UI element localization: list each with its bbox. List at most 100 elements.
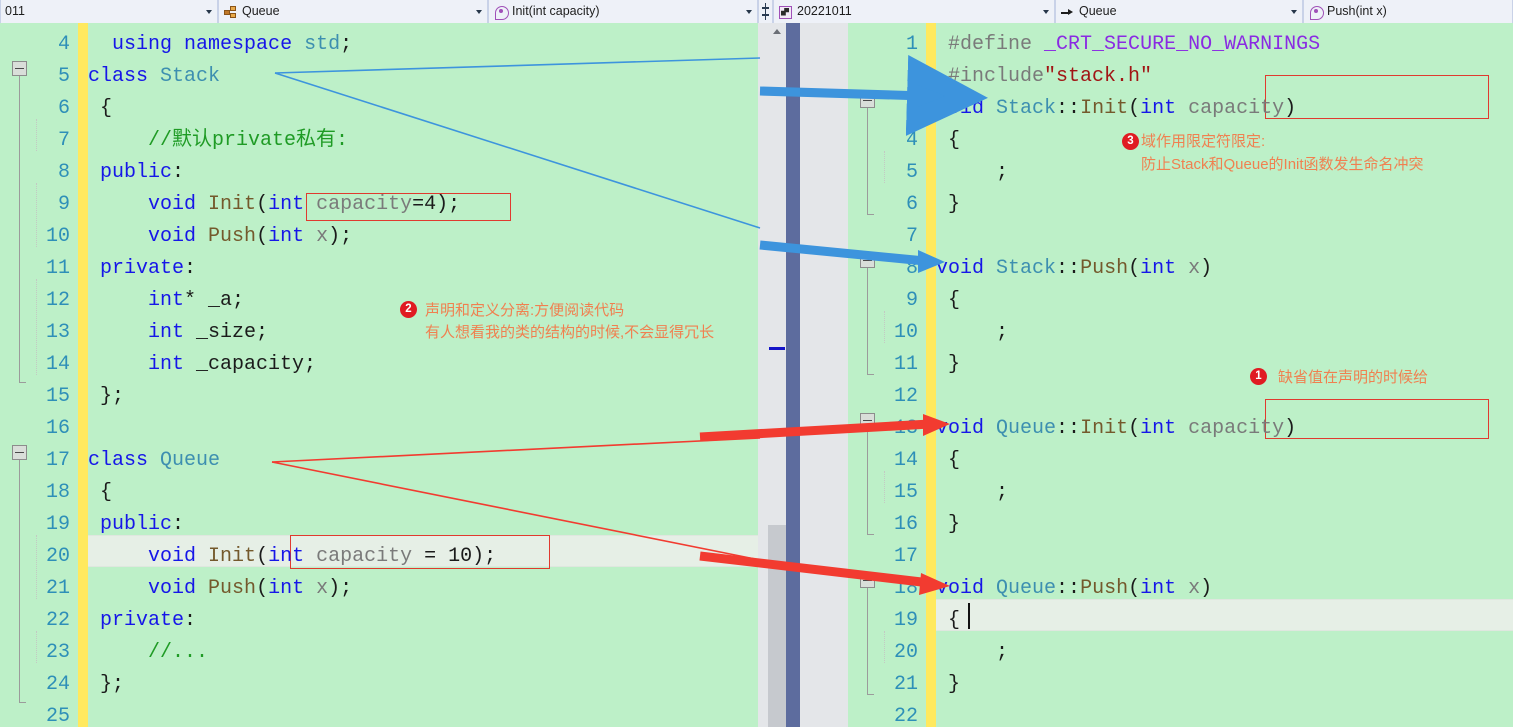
- right-code-area[interactable]: 3 域作用限定符限定: 防止Stack和Queue的Init函数发生命名冲突 1…: [860, 23, 1513, 727]
- code-token: int: [268, 225, 305, 248]
- line-number: 6: [905, 193, 918, 216]
- left-member-dropdown[interactable]: Init(int capacity): [488, 0, 758, 23]
- code-line[interactable]: void Queue::Push(int x): [936, 573, 1513, 605]
- code-line[interactable]: ;: [936, 637, 1513, 669]
- code-line[interactable]: {: [88, 93, 758, 125]
- code-line[interactable]: [936, 221, 1513, 253]
- code-line[interactable]: int _capacity;: [88, 349, 758, 381]
- fold-toggle-queue[interactable]: [12, 445, 27, 460]
- fold-toggle-stack[interactable]: [12, 61, 27, 76]
- indent-guide: [36, 183, 37, 247]
- code-line[interactable]: void Queue::Init(int capacity): [936, 413, 1513, 445]
- right-project-label: 20221011: [797, 4, 852, 18]
- code-line[interactable]: void Stack::Push(int x): [936, 253, 1513, 285]
- code-token: (: [1128, 97, 1141, 120]
- code-line[interactable]: //默认private私有:: [88, 125, 758, 157]
- fold-toggle-queue-push[interactable]: [860, 573, 875, 588]
- fold-toggle-stack-init[interactable]: [860, 93, 875, 108]
- code-line[interactable]: #include"stack.h": [936, 61, 1513, 93]
- code-line[interactable]: {: [936, 605, 1513, 637]
- code-token: void: [148, 545, 197, 568]
- code-token: capacity: [1188, 417, 1285, 440]
- code-line[interactable]: [936, 701, 1513, 727]
- line-number: 2: [905, 65, 918, 88]
- code-token: void: [148, 577, 197, 600]
- left-project-dropdown[interactable]: 011: [0, 0, 218, 23]
- chevron-down-icon[interactable]: [742, 0, 755, 23]
- code-line[interactable]: void Init(int capacity = 10);: [88, 541, 758, 573]
- code-token: Push: [208, 577, 257, 600]
- code-line[interactable]: public:: [88, 509, 758, 541]
- right-project-dropdown[interactable]: 20221011: [773, 0, 1055, 23]
- code-line[interactable]: [88, 413, 758, 445]
- chevron-down-icon[interactable]: [1039, 0, 1052, 23]
- code-line[interactable]: };: [88, 381, 758, 413]
- chevron-down-icon[interactable]: [472, 0, 485, 23]
- right-member-dropdown[interactable]: Push(int x): [1303, 0, 1513, 23]
- code-line[interactable]: [936, 541, 1513, 573]
- fold-toggle-stack-push[interactable]: [860, 253, 875, 268]
- code-line[interactable]: using namespace std;: [88, 29, 758, 61]
- line-number: 15: [45, 385, 70, 408]
- code-line[interactable]: ;: [936, 317, 1513, 349]
- code-line[interactable]: [936, 381, 1513, 413]
- scrollbar-thumb[interactable]: [768, 40, 786, 525]
- code-line[interactable]: //...: [88, 637, 758, 669]
- code-line[interactable]: }: [936, 349, 1513, 381]
- code-line[interactable]: }: [936, 189, 1513, 221]
- code-token: ): [1200, 257, 1213, 280]
- left-editor-pane[interactable]: 4 5 6 7 8 9 10 11 12 13 14 15 16 17 18 19 20 21 22 23 24 25 2…: [0, 23, 758, 727]
- chevron-down-icon[interactable]: [202, 0, 215, 23]
- code-line[interactable]: }: [936, 669, 1513, 701]
- code-line[interactable]: {: [936, 445, 1513, 477]
- code-line[interactable]: int* _a;: [88, 285, 758, 317]
- code-token: using: [112, 33, 173, 56]
- code-token: #define: [948, 33, 1033, 56]
- left-code-area[interactable]: 2 声明和定义分离:方便阅读代码 有人想看我的类的结构的时候,不会显得冗长 us…: [12, 23, 758, 727]
- code-line[interactable]: void Push(int x);: [88, 573, 758, 605]
- code-line[interactable]: #define _CRT_SECURE_NO_WARNINGS: [936, 29, 1513, 61]
- chevron-down-icon[interactable]: [1287, 0, 1300, 23]
- code-token: capacity: [316, 545, 413, 568]
- code-token: int: [1140, 257, 1177, 280]
- code-line[interactable]: void Push(int x);: [88, 221, 758, 253]
- right-class-dropdown[interactable]: Queue: [1055, 0, 1303, 23]
- right-editor-pane[interactable]: 1 2 3 4 5 6 7 8 9 10 11 12 13 14 15 16 17 18 19 20 21 22: [848, 23, 1513, 727]
- code-token: private: [100, 257, 185, 280]
- split-window-button[interactable]: [758, 0, 773, 23]
- code-line[interactable]: void Stack::Init(int capacity): [936, 93, 1513, 125]
- code-line[interactable]: {: [88, 477, 758, 509]
- code-line[interactable]: ;: [936, 157, 1513, 189]
- code-line[interactable]: class Stack: [88, 61, 758, 93]
- pane-splitter[interactable]: [786, 23, 800, 727]
- scrollbar-caret-marker: [769, 347, 785, 350]
- code-line[interactable]: };: [88, 669, 758, 701]
- left-class-dropdown[interactable]: Queue: [218, 0, 488, 23]
- code-token: }: [936, 193, 961, 216]
- code-line[interactable]: void Init(int capacity=4);: [88, 189, 758, 221]
- code-line[interactable]: public:: [88, 157, 758, 189]
- code-line[interactable]: [88, 701, 758, 727]
- right-change-bar: [926, 23, 936, 727]
- code-line[interactable]: private:: [88, 253, 758, 285]
- code-line[interactable]: int _size;: [88, 317, 758, 349]
- code-token: void: [148, 225, 197, 248]
- code-line[interactable]: {: [936, 285, 1513, 317]
- left-vertical-scrollbar[interactable]: [768, 23, 786, 727]
- code-line[interactable]: ;: [936, 477, 1513, 509]
- fold-guide-queue-init: [866, 428, 874, 535]
- code-line[interactable]: }: [936, 509, 1513, 541]
- code-line[interactable]: class Queue: [88, 445, 758, 477]
- scroll-up-arrow-icon[interactable]: [768, 23, 786, 40]
- fold-toggle-queue-init[interactable]: [860, 413, 875, 428]
- code-line[interactable]: private:: [88, 605, 758, 637]
- code-line[interactable]: {: [936, 125, 1513, 157]
- code-token: );: [436, 193, 461, 216]
- left-member-label: Init(int capacity): [512, 4, 600, 18]
